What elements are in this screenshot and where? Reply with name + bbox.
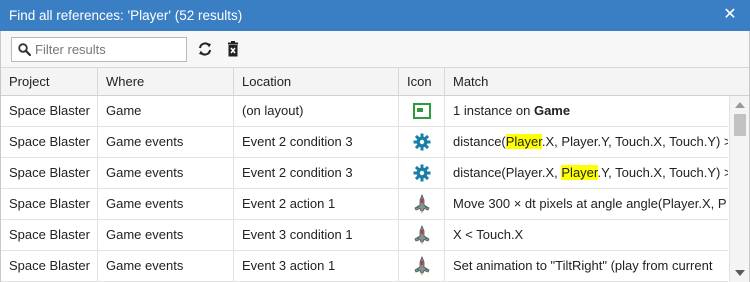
- toolbar: [0, 31, 750, 67]
- vertical-scrollbar[interactable]: [729, 96, 749, 282]
- search-icon: [18, 43, 31, 56]
- column-header-location[interactable]: Location: [234, 68, 399, 96]
- column-header-where[interactable]: Where: [98, 68, 234, 96]
- close-icon[interactable]: ✕: [722, 6, 738, 24]
- cell-location: Event 2 condition 3: [234, 127, 399, 157]
- scroll-down-icon[interactable]: [735, 270, 745, 276]
- cell-project: Space Blaster: [1, 189, 98, 219]
- cell-icon: [399, 96, 445, 126]
- gear-icon: [413, 133, 431, 151]
- cell-location: Event 2 action 1: [234, 189, 399, 219]
- filter-input[interactable]: [35, 42, 180, 57]
- clear-results-button[interactable]: [223, 39, 243, 59]
- results-table: Project Where Location Icon Match Space …: [0, 67, 750, 282]
- table-row[interactable]: Space Blaster Game events Event 2 action 1…: [1, 189, 728, 220]
- cell-location: (on layout): [234, 96, 399, 126]
- match-text: distance(Player.X,: [453, 165, 562, 180]
- window-title: Find all references: 'Player' (52 result…: [9, 8, 243, 23]
- cell-location: Event 3 action 1: [234, 251, 399, 281]
- cell-location: Event 2 condition 3: [234, 158, 399, 188]
- cell-match: distance(Player.X, Player.Y, Touch.X, To…: [445, 127, 728, 157]
- match-highlight: Player: [561, 165, 598, 180]
- cell-match: 1 instance on Game: [445, 96, 728, 126]
- refresh-icon: [199, 42, 211, 56]
- match-text-rest: .Y, Touch.X, Touch.Y) >: [597, 165, 728, 180]
- filter-box[interactable]: [11, 37, 187, 62]
- match-text: X < Touch.X: [453, 227, 524, 242]
- column-header-project[interactable]: Project: [1, 68, 98, 96]
- cell-match: Move 300 × dt pixels at angle angle(Play…: [445, 189, 728, 219]
- table-row[interactable]: Space Blaster Game events Event 3 action 1…: [1, 251, 728, 282]
- match-text: Move 300 × dt pixels at angle angle(Play…: [453, 196, 727, 211]
- scroll-up-icon[interactable]: [735, 102, 745, 108]
- layout-icon: [412, 103, 431, 119]
- cell-project: Space Blaster: [1, 96, 98, 126]
- scroll-thumb[interactable]: [734, 114, 746, 136]
- ship-sprite-icon: [413, 194, 431, 214]
- gear-icon: [413, 164, 431, 182]
- cell-icon: [399, 127, 445, 157]
- table-row[interactable]: Space Blaster Game (on layout) 1 instance o…: [1, 96, 728, 127]
- column-header-match[interactable]: Match: [445, 68, 749, 96]
- cell-project: Space Blaster: [1, 251, 98, 281]
- table-header: Project Where Location Icon Match: [1, 67, 749, 96]
- cell-where: Game events: [98, 220, 234, 250]
- trash-icon: [228, 41, 238, 57]
- table-row[interactable]: Space Blaster Game events Event 2 conditio…: [1, 127, 728, 158]
- cell-icon: [399, 158, 445, 188]
- refresh-button[interactable]: [195, 39, 215, 59]
- cell-match: Set animation to "TiltRight" (play from …: [445, 251, 728, 281]
- cell-match: distance(Player.X, Player.Y, Touch.X, To…: [445, 158, 728, 188]
- cell-where: Game: [98, 96, 234, 126]
- cell-icon: [399, 189, 445, 219]
- table-row[interactable]: Space Blaster Game events Event 2 conditio…: [1, 158, 728, 189]
- cell-project: Space Blaster: [1, 127, 98, 157]
- match-highlight: Player: [505, 134, 542, 149]
- cell-where: Game events: [98, 189, 234, 219]
- cell-where: Game events: [98, 158, 234, 188]
- cell-where: Game events: [98, 127, 234, 157]
- table-row[interactable]: Space Blaster Game events Event 3 conditio…: [1, 220, 728, 251]
- ship-sprite-icon: [413, 225, 431, 245]
- match-layout-name: Game: [533, 103, 571, 118]
- title-bar: Find all references: 'Player' (52 result…: [0, 0, 750, 31]
- match-text: distance(: [453, 134, 506, 149]
- cell-match: X < Touch.X: [445, 220, 728, 250]
- match-text-rest: .X, Player.Y, Touch.X, Touch.Y) >: [541, 134, 728, 149]
- cell-where: Game events: [98, 251, 234, 281]
- match-text: Set animation to "TiltRight" (play from …: [453, 258, 713, 273]
- match-text: 1 instance on: [453, 103, 534, 118]
- column-header-icon[interactable]: Icon: [399, 68, 445, 96]
- cell-icon: [399, 251, 445, 281]
- cell-location: Event 3 condition 1: [234, 220, 399, 250]
- cell-project: Space Blaster: [1, 158, 98, 188]
- cell-icon: [399, 220, 445, 250]
- cell-project: Space Blaster: [1, 220, 98, 250]
- ship-sprite-icon: [413, 256, 431, 276]
